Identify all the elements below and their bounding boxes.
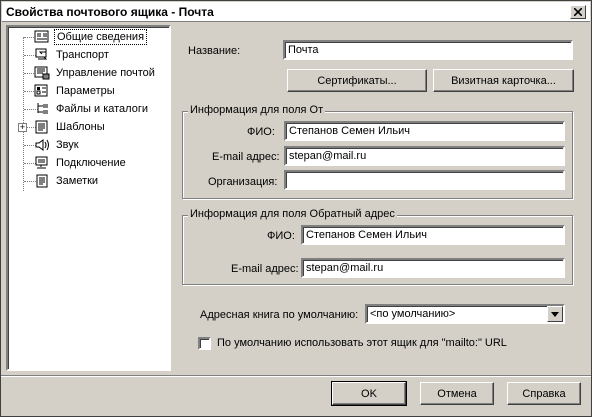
mailto-checkbox[interactable] [198, 337, 211, 350]
general-info-icon [34, 30, 50, 44]
mail-management-icon [34, 66, 50, 80]
from-email-label: E-mail адрес: [212, 151, 280, 163]
address-book-select[interactable]: <по умолчанию> [365, 304, 565, 324]
reply-email-label: E-mail адрес: [231, 263, 299, 275]
tree-item-transport[interactable]: Транспорт [8, 46, 168, 64]
name-label: Название: [188, 45, 241, 57]
sound-icon [34, 138, 50, 152]
tree-item-templates[interactable]: Шаблоны [8, 118, 168, 136]
templates-icon [34, 120, 50, 134]
expand-templates-toggle[interactable]: + [18, 123, 27, 132]
transport-icon [34, 48, 50, 62]
close-button[interactable] [570, 5, 586, 19]
reply-fio-field[interactable]: Степанов Семен Ильич [301, 225, 565, 245]
ok-button[interactable]: OK [331, 381, 407, 406]
from-email-field[interactable]: stepan@mail.ru [284, 146, 565, 166]
title-bar: Свойства почтового ящика - Почта [2, 2, 590, 22]
reply-group-title: Информация для поля Обратный адрес [188, 208, 397, 220]
cancel-button[interactable]: Отмена [420, 382, 494, 405]
tree-item-sound[interactable]: Звук [8, 136, 168, 154]
reply-fio-label: ФИО: [267, 230, 295, 242]
name-field[interactable]: Почта [283, 40, 573, 60]
help-button[interactable]: Справка [507, 382, 581, 405]
parameters-icon [34, 84, 50, 98]
tree-item-notes[interactable]: Заметки [8, 172, 168, 190]
files-folders-icon [34, 102, 50, 116]
mailto-checkbox-label: По умолчанию использовать этот ящик для … [217, 337, 507, 349]
chevron-down-icon [551, 311, 559, 317]
reply-email-field[interactable]: stepan@mail.ru [301, 258, 565, 278]
notes-icon [34, 174, 50, 188]
business-card-button[interactable]: Визитная карточка... [433, 69, 574, 92]
close-icon [574, 8, 582, 16]
connection-icon [34, 156, 50, 170]
tree-item-general[interactable]: Общие сведения [8, 28, 168, 46]
footer-separator [1, 375, 591, 377]
settings-tree: Общие сведения Транспорт Управление почт… [6, 25, 171, 371]
properties-dialog: Свойства почтового ящика - Почта Общие с… [0, 0, 592, 417]
organization-label: Организация: [208, 176, 278, 188]
dropdown-arrow-button[interactable] [547, 306, 563, 322]
from-group-title: Информация для поля От [188, 104, 326, 116]
tree-item-parameters[interactable]: Параметры [8, 82, 168, 100]
from-fio-field[interactable]: Степанов Семен Ильич [284, 121, 565, 141]
tree-item-mail-management[interactable]: Управление почтой [8, 64, 168, 82]
tree-item-files-folders[interactable]: Файлы и каталоги [8, 100, 168, 118]
tree-item-connection[interactable]: Подключение [8, 154, 168, 172]
from-fio-label: ФИО: [247, 126, 275, 138]
window-title: Свойства почтового ящика - Почта [6, 5, 214, 19]
certificates-button[interactable]: Сертификаты... [287, 69, 427, 92]
organization-field[interactable] [284, 170, 565, 190]
address-book-value: <по умолчанию> [370, 308, 456, 320]
address-book-label: Адресная книга по умолчанию: [200, 309, 359, 321]
